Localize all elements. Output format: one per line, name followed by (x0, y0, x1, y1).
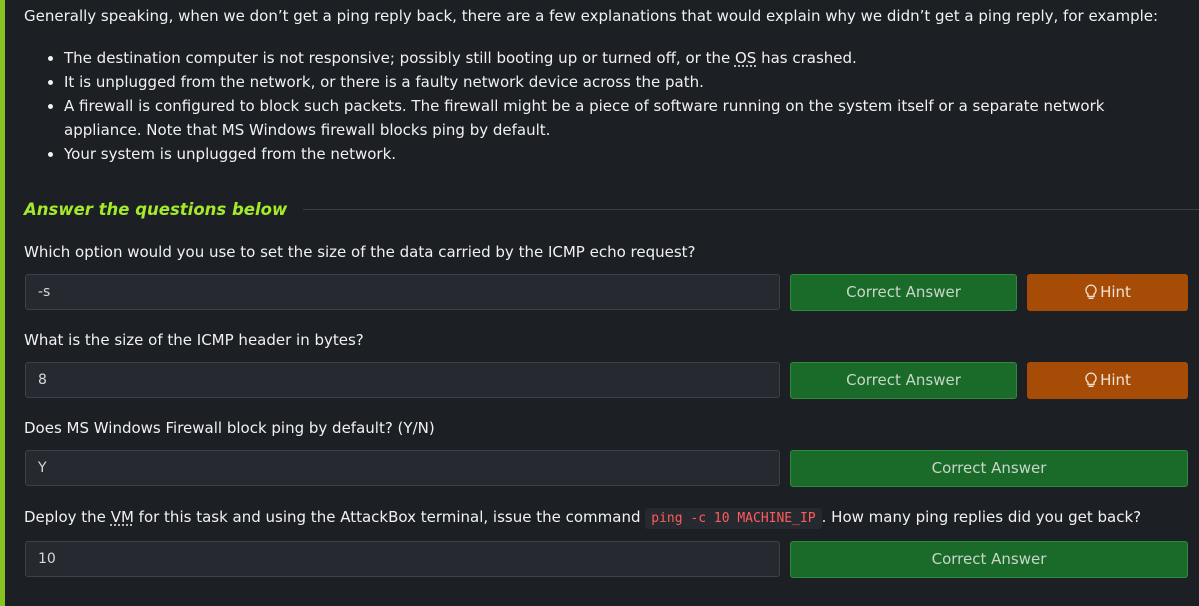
vm-abbreviation: VM (110, 508, 134, 526)
answer-input-4[interactable]: 10 (25, 541, 780, 577)
intro-paragraph: Generally speaking, when we don’t get a … (24, 7, 1159, 25)
question-2-text: What is the size of the ICMP header in b… (24, 331, 364, 349)
command-code: ping -c 10 MACHINE_IP (645, 508, 822, 529)
lightbulb-icon (1085, 372, 1097, 388)
list-item: It is unplugged from the network, or the… (64, 70, 1184, 94)
correct-answer-button-2[interactable]: Correct Answer (790, 362, 1017, 399)
answer-input-1[interactable]: -s (25, 274, 780, 310)
explanation-list: The destination computer is not responsi… (24, 46, 1184, 166)
answer-input-2[interactable]: 8 (25, 362, 780, 398)
answer-input-3[interactable]: Y (25, 450, 780, 486)
lightbulb-icon (1085, 284, 1097, 300)
answer-section-header: Answer the questions below (24, 200, 1199, 219)
hint-button-1[interactable]: Hint (1027, 274, 1188, 311)
question-1-text: Which option would you use to set the si… (24, 243, 696, 261)
correct-answer-button-1[interactable]: Correct Answer (790, 274, 1017, 311)
task-panel: Generally speaking, when we don’t get a … (0, 0, 1199, 606)
divider (303, 209, 1199, 210)
list-item: The destination computer is not responsi… (64, 46, 1184, 70)
list-item: Your system is unplugged from the networ… (64, 142, 1184, 166)
question-3-text: Does MS Windows Firewall block ping by d… (24, 419, 435, 437)
correct-answer-button-4[interactable]: Correct Answer (790, 541, 1188, 578)
hint-button-2[interactable]: Hint (1027, 362, 1188, 399)
answer-section-title: Answer the questions below (24, 200, 288, 219)
question-4-text: Deploy the VM for this task and using th… (24, 508, 1141, 529)
list-item: A firewall is configured to block such p… (64, 94, 1184, 142)
correct-answer-button-3[interactable]: Correct Answer (790, 450, 1188, 487)
os-abbreviation: OS (734, 49, 757, 67)
